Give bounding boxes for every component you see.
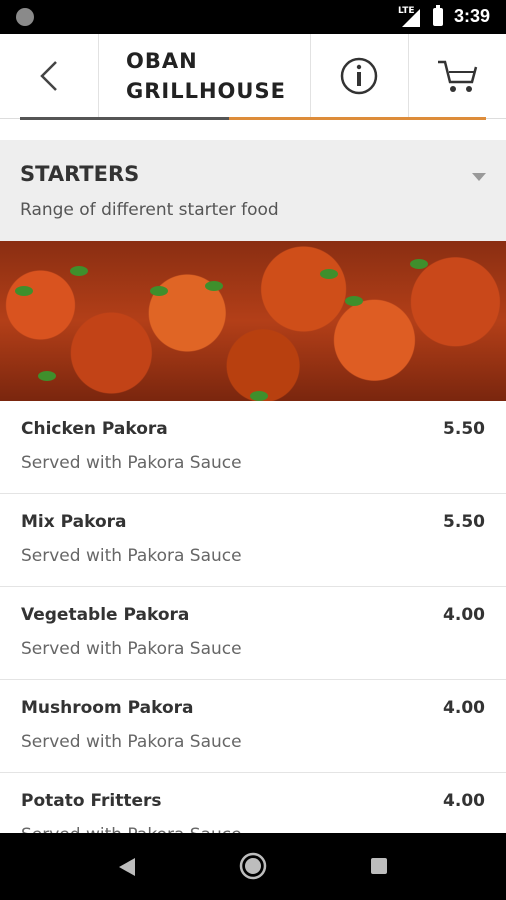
menu-item-description: Served with Pakora Sauce (21, 453, 242, 473)
menu-item-description: Served with Pakora Sauce (21, 639, 242, 659)
shopping-cart-icon (438, 60, 478, 92)
restaurant-name-line1: OBAN (126, 49, 198, 73)
progress-indicator (20, 117, 486, 120)
menu-item-description: Served with Pakora Sauce (21, 546, 242, 566)
caret-down-icon[interactable] (472, 173, 486, 181)
status-bar: LTE 3:39 (0, 0, 506, 34)
menu-item-name: Potato Fritters (21, 791, 162, 811)
info-button[interactable] (310, 34, 409, 118)
menu-item-description: Served with Pakora Sauce (21, 732, 242, 752)
restaurant-name-line2: GRILLHOUSE (126, 79, 286, 103)
menu-item[interactable]: Mix Pakora 5.50 Served with Pakora Sauce (0, 494, 506, 587)
menu-item-price: 5.50 (443, 512, 485, 532)
menu-item-name: Vegetable Pakora (21, 605, 190, 625)
menu-item-name: Mix Pakora (21, 512, 127, 532)
section-subtitle: Range of different starter food (20, 200, 279, 220)
menu-item[interactable]: Mushroom Pakora 4.00 Served with Pakora … (0, 680, 506, 773)
cart-button[interactable] (408, 34, 506, 118)
info-circle-icon (340, 57, 378, 95)
battery-icon (433, 5, 443, 26)
section-image (0, 241, 506, 401)
app-bar: OBAN GRILLHOUSE (0, 34, 506, 119)
menu-item-price: 4.00 (443, 791, 485, 811)
section-header[interactable]: STARTERS Range of different starter food (0, 140, 506, 241)
menu-item-price: 4.00 (443, 698, 485, 718)
menu-item-name: Chicken Pakora (21, 419, 168, 439)
back-button[interactable] (0, 34, 99, 118)
menu-list: Chicken Pakora 5.50 Served with Pakora S… (0, 401, 506, 833)
progress-done (20, 117, 229, 120)
menu-item-name: Mushroom Pakora (21, 698, 194, 718)
clock: 3:39 (454, 6, 491, 26)
menu-item-price: 4.00 (443, 605, 485, 625)
nav-recents-icon[interactable] (370, 857, 388, 875)
nav-home-icon[interactable] (239, 852, 267, 880)
nav-back-icon[interactable] (117, 856, 137, 878)
menu-item[interactable]: Chicken Pakora 5.50 Served with Pakora S… (0, 401, 506, 494)
menu-item[interactable]: Vegetable Pakora 4.00 Served with Pakora… (0, 587, 506, 680)
section-title: STARTERS (20, 162, 140, 186)
signal-icon (402, 9, 420, 27)
system-nav-bar (0, 833, 506, 900)
menu-item-price: 5.50 (443, 419, 485, 439)
menu-item[interactable]: Potato Fritters 4.00 Served with Pakora … (0, 773, 506, 833)
menu-item-description: Served with Pakora Sauce (21, 825, 242, 833)
chevron-left-icon (40, 61, 57, 91)
restaurant-title: OBAN GRILLHOUSE (98, 34, 311, 118)
notification-icon (16, 8, 34, 26)
